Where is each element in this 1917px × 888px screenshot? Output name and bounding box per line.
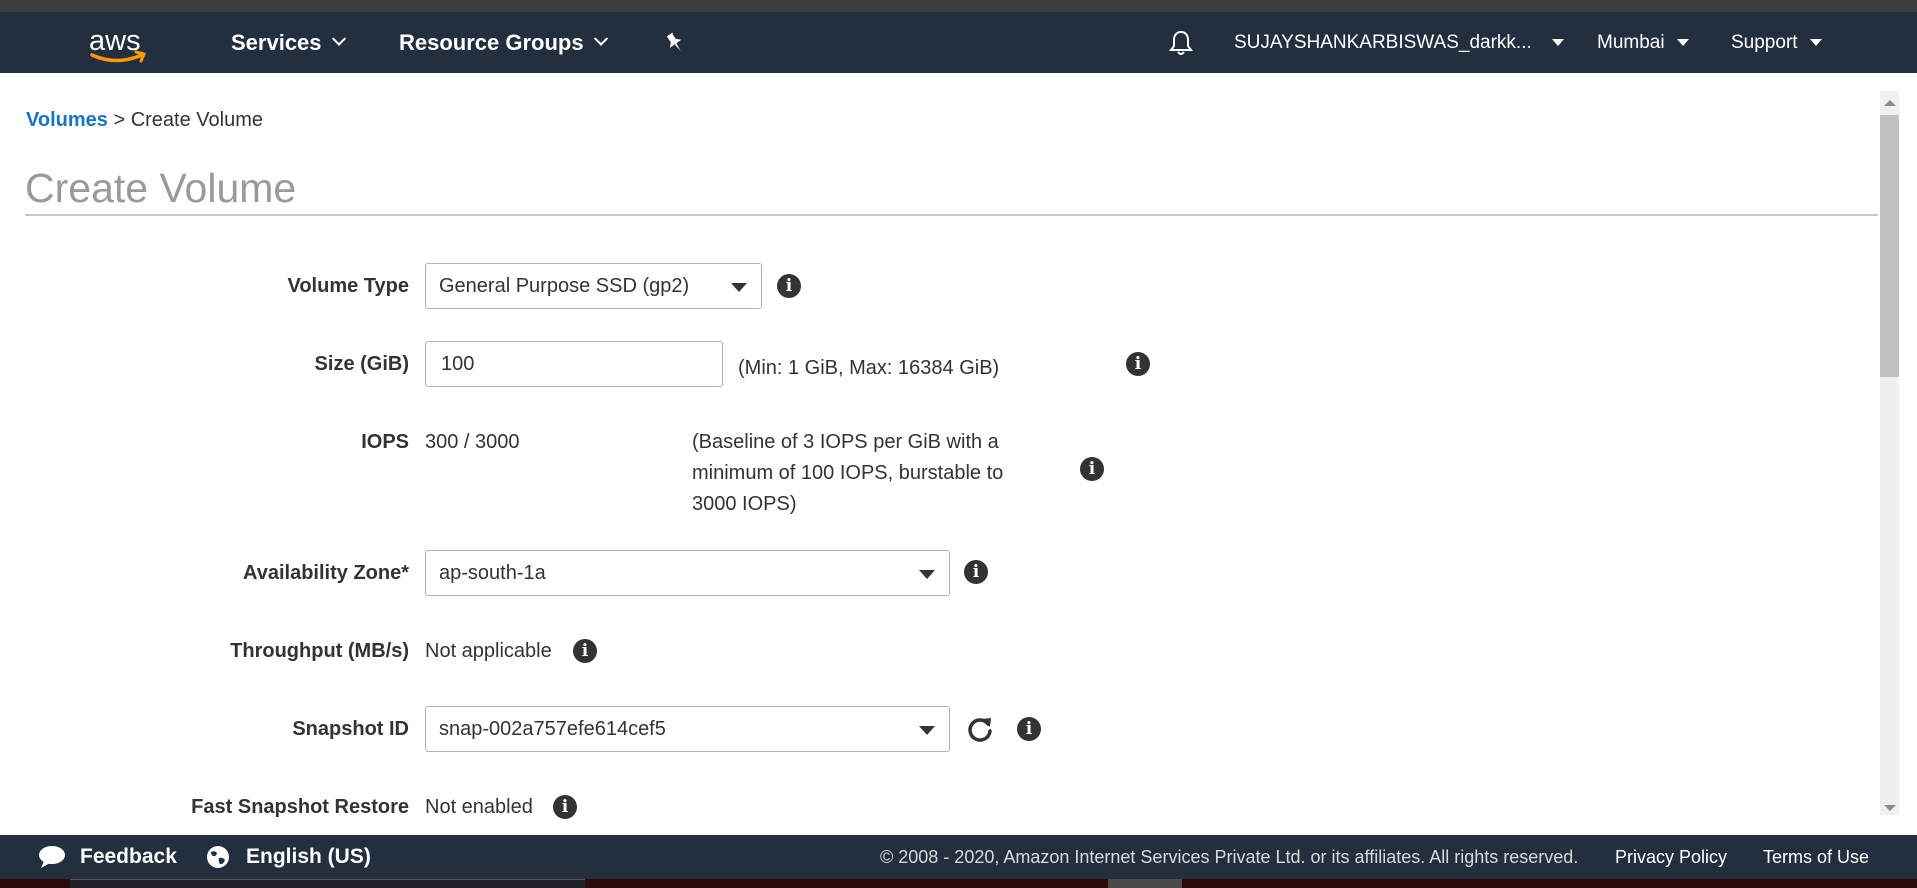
snapshot-id-value: snap-002a757efe614cef5 (439, 717, 666, 740)
scrollbar-thumb[interactable] (1880, 115, 1899, 377)
caret-down-icon (1809, 39, 1822, 46)
terms-of-use-link[interactable]: Terms of Use (1763, 835, 1869, 879)
size-label: Size (GiB) (314, 353, 409, 375)
aws-logo[interactable]: aws (86, 22, 152, 66)
support-menu[interactable]: Support (1731, 12, 1822, 73)
fast-snapshot-restore-value: Not enabled (425, 796, 533, 818)
size-info-icon[interactable]: i (1126, 352, 1150, 376)
account-label: SUJAYSHANKARBISWAS_darkk... (1234, 31, 1532, 53)
iops-value: 300 / 3000 (425, 431, 520, 453)
page-title: Create Volume (25, 165, 297, 211)
caret-down-icon (1676, 39, 1689, 46)
taskbar-active-app[interactable] (1108, 879, 1182, 888)
aws-logo-text: aws (89, 25, 141, 57)
iops-label: IOPS (361, 431, 409, 453)
copyright-text: © 2008 - 2020, Amazon Internet Services … (880, 846, 1579, 867)
availability-zone-select[interactable]: ap-south-1a (425, 550, 950, 596)
services-menu[interactable]: Services (231, 12, 346, 73)
browser-top-strip (0, 0, 1917, 12)
availability-zone-label: Availability Zone* (243, 562, 409, 584)
services-label: Services (231, 29, 322, 55)
language-selector[interactable]: English (US) (206, 835, 371, 879)
iops-hint-line2: minimum of 100 IOPS, burstable to (692, 462, 1004, 484)
snapshot-id-label: Snapshot ID (292, 718, 409, 740)
volume-type-value: General Purpose SSD (gp2) (439, 274, 690, 297)
bell-icon (1169, 30, 1193, 55)
region-label: Mumbai (1597, 31, 1665, 53)
snapshot-id-info-icon[interactable]: i (1017, 717, 1041, 741)
size-hint: (Min: 1 GiB, Max: 16384 GiB) (738, 357, 1000, 379)
privacy-policy-link[interactable]: Privacy Policy (1615, 835, 1727, 879)
throughput-label: Throughput (MB/s) (230, 640, 409, 662)
account-menu[interactable]: SUJAYSHANKARBISWAS_darkk... (1234, 12, 1564, 73)
availability-zone-info-icon[interactable]: i (964, 560, 988, 584)
size-input[interactable]: 100 (425, 341, 723, 387)
breadcrumb-volumes-link[interactable]: Volumes (26, 109, 108, 131)
taskbar-search-box[interactable] (70, 879, 585, 888)
iops-hint-line1: (Baseline of 3 IOPS per GiB with a (692, 431, 999, 453)
refresh-button[interactable] (966, 715, 994, 743)
notifications-button[interactable] (1168, 12, 1194, 73)
breadcrumb-current: Create Volume (130, 109, 263, 131)
caret-down-icon (1551, 39, 1564, 46)
pin-button[interactable] (664, 12, 686, 73)
resource-groups-menu[interactable]: Resource Groups (399, 12, 608, 73)
availability-zone-value: ap-south-1a (439, 561, 546, 584)
main-content: Volumes > Create Volume Create Volume Vo… (0, 73, 1878, 835)
feedback-label: Feedback (80, 845, 177, 868)
scroll-up-arrow-icon[interactable] (1884, 100, 1896, 106)
fast-snapshot-restore-info-icon[interactable]: i (553, 795, 577, 819)
language-label: English (US) (246, 845, 371, 868)
region-menu[interactable]: Mumbai (1597, 12, 1689, 73)
throughput-info-icon[interactable]: i (573, 639, 597, 663)
iops-hint-line3: 3000 IOPS) (692, 493, 797, 515)
chevron-down-icon (331, 31, 346, 46)
scroll-down-arrow-icon[interactable] (1884, 805, 1896, 811)
breadcrumb-separator: > (113, 109, 126, 131)
iops-info-icon[interactable]: i (1080, 457, 1104, 481)
console-footer: Feedback English (US) © 2008 - 2020, Ama… (0, 835, 1917, 879)
fast-snapshot-restore-label: Fast Snapshot Restore (191, 796, 409, 818)
dropdown-arrow-icon (919, 726, 935, 735)
volume-type-select[interactable]: General Purpose SSD (gp2) (425, 263, 762, 309)
speech-bubble-icon (39, 846, 65, 868)
refresh-icon (968, 718, 992, 742)
os-taskbar (0, 879, 1917, 888)
chevron-down-icon (593, 31, 608, 46)
support-label: Support (1731, 31, 1798, 53)
top-navigation-bar: aws Services Resource Groups SUJAYSHANKA… (0, 12, 1917, 73)
feedback-button[interactable]: Feedback (38, 835, 177, 879)
throughput-value: Not applicable (425, 640, 552, 662)
breadcrumb: Volumes > Create Volume (26, 109, 263, 132)
resource-groups-label: Resource Groups (399, 29, 584, 55)
pin-icon (666, 32, 682, 51)
title-divider (25, 214, 1878, 216)
volume-type-label: Volume Type (287, 275, 409, 297)
dropdown-arrow-icon (919, 570, 935, 579)
vertical-scrollbar[interactable] (1878, 73, 1917, 835)
globe-icon (207, 846, 229, 868)
dropdown-arrow-icon (731, 283, 747, 292)
snapshot-id-select[interactable]: snap-002a757efe614cef5 (425, 706, 950, 752)
volume-type-info-icon[interactable]: i (777, 274, 801, 298)
